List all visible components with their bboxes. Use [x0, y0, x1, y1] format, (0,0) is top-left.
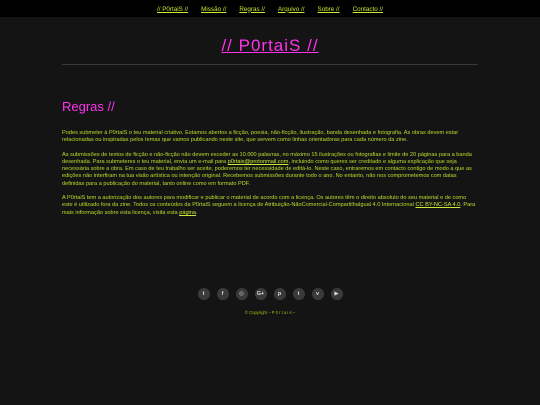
license-link[interactable]: CC BY-NC-SA 4.0: [415, 202, 460, 208]
nav-item-contacto[interactable]: Contacto //: [353, 5, 383, 13]
instagram-icon[interactable]: ◎: [235, 288, 248, 300]
paragraph-submissions: Podes submeter à P0rtaiS o teu material …: [62, 130, 478, 145]
paragraph-text: Podes submeter à P0rtaiS o teu material …: [62, 130, 459, 144]
nav-item-arquivo[interactable]: Arquivo //: [278, 5, 305, 13]
paragraph-license: A P0rtaiS tem a autorização dos autores …: [62, 195, 478, 217]
paragraph-limits: As submissões de textos de ficção e não-…: [62, 152, 478, 188]
top-navigation: // P0rtaiS // Missão // Regras // Arquiv…: [0, 0, 540, 17]
google-plus-icon[interactable]: G+: [254, 288, 267, 300]
youtube-icon[interactable]: ▶: [330, 288, 343, 300]
paragraph-text: A P0rtaiS tem a autorização dos autores …: [62, 195, 467, 209]
page-title: Regras //: [62, 99, 115, 114]
twitter-icon[interactable]: t: [197, 288, 210, 300]
nav-item-home[interactable]: // P0rtaiS //: [157, 5, 188, 13]
title-divider: [62, 64, 478, 65]
tumblr-icon[interactable]: t: [292, 288, 305, 300]
paragraph-text: .: [196, 209, 198, 216]
social-icons: t f ◎ G+ p t v ▶: [0, 288, 540, 300]
nav-item-sobre[interactable]: Sobre //: [318, 5, 340, 13]
nav-item-missao[interactable]: Missão //: [201, 5, 226, 13]
facebook-icon[interactable]: f: [216, 288, 229, 300]
site-title[interactable]: // P0rtaiS //: [0, 36, 540, 56]
vimeo-icon[interactable]: v: [311, 288, 324, 300]
email-link[interactable]: p0rtais@protonmail.com: [228, 159, 289, 165]
license-page-link[interactable]: página: [179, 210, 196, 216]
nav-item-regras[interactable]: Regras //: [239, 5, 265, 13]
copyright: © Copyright – P 0 r t a i s –: [244, 310, 296, 315]
pinterest-icon[interactable]: p: [273, 288, 286, 300]
rules-content: Podes submeter à P0rtaiS o teu material …: [62, 130, 478, 224]
